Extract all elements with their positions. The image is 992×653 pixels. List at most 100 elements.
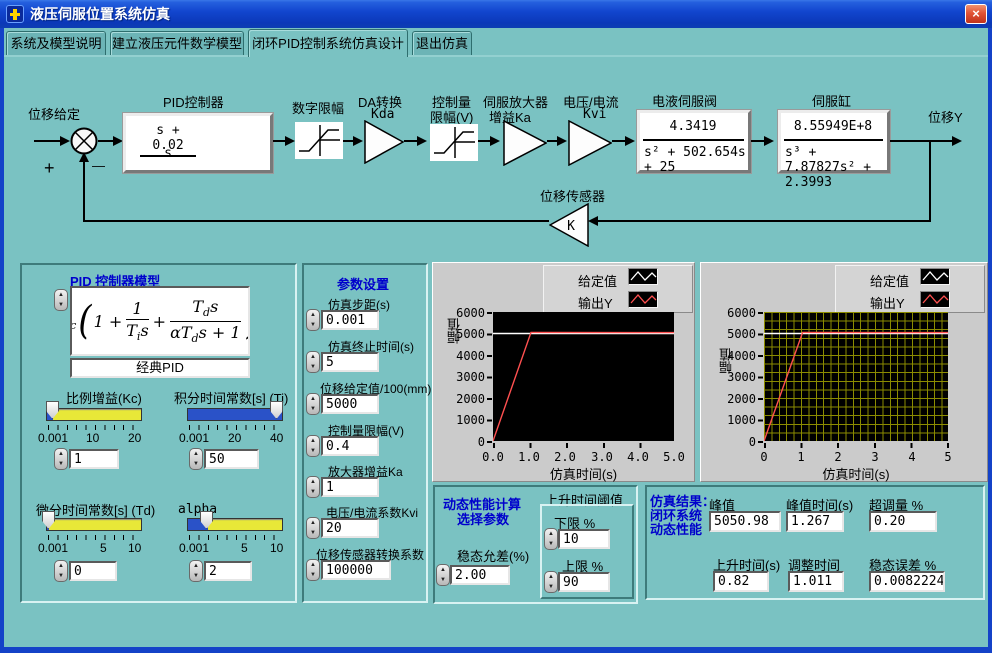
ytick: 2000	[441, 392, 485, 406]
wire	[890, 140, 954, 142]
wire	[404, 140, 418, 142]
xtick: 3.0	[587, 450, 617, 464]
xtick: 2	[823, 450, 853, 464]
settle-time-value: 1.011	[788, 571, 844, 592]
arrowhead	[490, 136, 500, 146]
param-kvi-value[interactable]: 20	[321, 518, 379, 538]
slider-kc-track[interactable]	[46, 408, 142, 421]
ytick: 3000	[712, 370, 756, 384]
param-step-spinner[interactable]: ▲▼	[306, 309, 320, 331]
sum-plus-sign: +	[44, 158, 55, 179]
sensor-gain-text: K	[567, 219, 575, 234]
param-sensor-spinner[interactable]: ▲▼	[306, 559, 320, 581]
param-setpoint-spinner[interactable]: ▲▼	[306, 393, 320, 415]
param-limit-spinner[interactable]: ▲▼	[306, 435, 320, 457]
param-step-value[interactable]: 0.001	[321, 310, 379, 330]
param-setpoint-value[interactable]: 5000	[321, 394, 379, 414]
ytick: 4000	[441, 349, 485, 363]
chart-panel-left: 给定值 输出Y 幅值 6000 5000 4000 3000 2000 1000…	[432, 262, 695, 482]
slider-ti-scale-min: 0.001	[179, 431, 209, 445]
legend-given-icon[interactable]	[920, 268, 950, 285]
xtick: 0.0	[478, 450, 508, 464]
param-limit-value[interactable]: 0.4	[321, 436, 379, 456]
results-header-3: 动态性能	[650, 519, 702, 538]
slider-td-scale-min: 0.001	[38, 541, 68, 555]
legend-given-label: 给定值	[870, 271, 909, 290]
tolerance-label: 稳态允差(%)	[457, 546, 529, 565]
window-border-bottom	[0, 647, 992, 653]
output-label: 位移Y	[928, 107, 963, 126]
peak-value: 5050.98	[709, 511, 781, 532]
valve-title: 电液伺服阀	[652, 91, 717, 110]
param-ka-spinner[interactable]: ▲▼	[306, 476, 320, 498]
slider-ti-track[interactable]	[187, 408, 283, 421]
slider-kc-scale-mid: 10	[86, 431, 99, 445]
upper-limit-spinner[interactable]: ▲▼	[544, 571, 558, 593]
slider-kc-spinner[interactable]: ▲▼	[54, 448, 68, 470]
title-bar: 液压伺服位置系统仿真	[0, 0, 992, 28]
rise-time-value: 0.82	[713, 571, 769, 592]
wire	[751, 140, 765, 142]
kvi-gain-triangle	[568, 120, 612, 166]
legend-right: 给定值 输出Y	[835, 265, 985, 313]
dyn-select-panel: 动态性能计算 选择参数 稳态允差(%) ▲▼ 2.00 上升时间阈值 下限 % …	[433, 485, 638, 604]
ytick: 6000	[712, 306, 756, 320]
slider-ti-ticks	[189, 425, 283, 430]
tab-build-model[interactable]: 建立液压元件数学模型	[110, 31, 244, 57]
arrowhead	[353, 136, 363, 146]
saturation-block-2	[430, 124, 478, 161]
slider-td-ticks	[48, 535, 142, 540]
sat1-label: 数字限幅	[292, 98, 344, 117]
sum-junction	[70, 127, 98, 155]
sensor-gain-triangle: K	[549, 203, 589, 247]
window-border-left	[0, 28, 4, 653]
param-sensor-value[interactable]: 100000	[321, 560, 391, 580]
legend-output-label: 输出Y	[578, 293, 613, 312]
param-ka-value[interactable]: 1	[321, 477, 379, 497]
slider-alpha-value[interactable]: 2	[204, 561, 252, 581]
param-kvi-spinner[interactable]: ▲▼	[306, 517, 320, 539]
upper-limit-value[interactable]: 90	[558, 572, 610, 592]
lower-limit-value[interactable]: 10	[558, 529, 610, 549]
cylinder-tf-numerator: 8.55949E+8	[781, 119, 885, 134]
legend-output-icon[interactable]	[628, 291, 658, 308]
tab-system-description[interactable]: 系统及模型说明	[6, 31, 106, 57]
ytick: 5000	[712, 327, 756, 341]
tab-exit[interactable]: 退出仿真	[412, 31, 472, 57]
slider-alpha-scale-min: 0.001	[179, 541, 209, 555]
plot-right	[764, 312, 948, 441]
ytick: 1000	[441, 413, 485, 427]
ytick: 0	[441, 435, 485, 449]
legend-output-icon[interactable]	[920, 291, 950, 308]
overshoot-value: 0.20	[869, 511, 937, 532]
tab-pid-simulation[interactable]: 闭环PID控制系统仿真设计	[248, 29, 408, 57]
arrowhead	[417, 136, 427, 146]
params-panel: 参数设置 仿真步距(s) ▲▼ 0.001 仿真终止时间(s) ▲▼ 5 位移给…	[302, 263, 428, 603]
slider-td-value[interactable]: 0	[69, 561, 117, 581]
slider-ti-spinner[interactable]: ▲▼	[189, 448, 203, 470]
arrowhead	[285, 136, 295, 146]
close-button[interactable]: ×	[965, 4, 987, 24]
slider-kc-value[interactable]: 1	[69, 449, 119, 469]
legend-given-icon[interactable]	[628, 268, 658, 285]
chart-right-xlabel: 仿真时间(s)	[764, 464, 948, 483]
arrowhead	[113, 136, 123, 146]
slider-td-spinner[interactable]: ▲▼	[54, 560, 68, 582]
slider-td-track[interactable]	[46, 518, 142, 531]
wire	[83, 160, 85, 222]
lower-limit-spinner[interactable]: ▲▼	[544, 528, 558, 550]
param-endtime-spinner[interactable]: ▲▼	[306, 351, 320, 373]
ytick: 2000	[712, 392, 756, 406]
tolerance-spinner[interactable]: ▲▼	[436, 564, 450, 586]
xtick: 4	[897, 450, 927, 464]
slider-td-scale-max: 10	[128, 541, 141, 555]
pid-tf-denominator: s	[140, 146, 196, 161]
slider-kc-label: 比例增益(Kc)	[66, 388, 142, 407]
param-endtime-value[interactable]: 5	[321, 352, 379, 372]
slider-alpha-spinner[interactable]: ▲▼	[189, 560, 203, 582]
tolerance-value[interactable]: 2.00	[450, 565, 510, 585]
results-panel: 仿真结果： 闭环系统 动态性能 峰值 5050.98 峰值时间(s) 1.267…	[645, 485, 985, 600]
model-select-spinner[interactable]: ▲▼	[54, 289, 68, 311]
slider-ti-value[interactable]: 50	[204, 449, 259, 469]
pid-model-selector[interactable]: 经典PID	[70, 358, 250, 378]
